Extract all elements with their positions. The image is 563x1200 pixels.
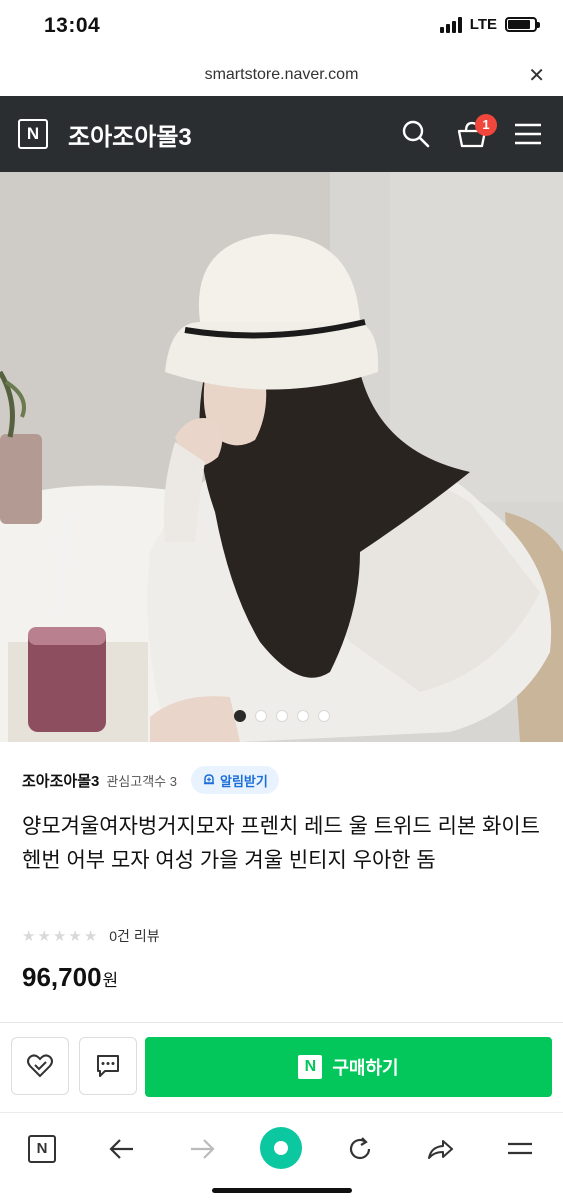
buy-button[interactable]: N 구매하기 [145,1037,552,1097]
store-name[interactable]: 조아조아몰3 [68,117,192,152]
carousel-dot[interactable] [275,710,288,722]
menu-icon[interactable] [510,116,546,152]
buy-label: 구매하기 [332,1058,399,1078]
green-dot-icon [260,1127,302,1169]
purchase-action-bar: N 구매하기 [0,1022,563,1112]
status-time: 13:04 [44,14,101,37]
forward-button[interactable] [180,1127,224,1171]
naver-home-icon: N [28,1135,56,1163]
battery-icon [505,17,540,32]
product-image[interactable] [0,172,563,742]
seller-name[interactable]: 조아조아몰3 [22,770,99,791]
heart-check-icon [27,1054,53,1078]
browser-url-bar: smartstore.naver.com ✕ [0,50,563,96]
green-dot-button[interactable] [258,1125,304,1171]
naver-logo-icon[interactable]: N [18,119,48,149]
cart-count-badge: 1 [475,114,497,136]
fans-count: 관심고객수 3 [106,773,177,789]
chat-button[interactable] [79,1037,137,1095]
star-icon: ★ [22,928,36,945]
browser-bottom-nav: N [0,1112,563,1200]
menu-button[interactable] [498,1127,542,1171]
alarm-subscribe-button[interactable]: 알림받기 [191,766,279,794]
share-icon [428,1140,453,1159]
share-button[interactable] [418,1127,462,1171]
url-text[interactable]: smartstore.naver.com [0,66,563,84]
store-header: N 조아조아몰3 [0,96,563,172]
refresh-button[interactable] [338,1127,382,1171]
carousel-dot[interactable] [317,710,330,722]
carousel-indicator [0,710,563,722]
naver-home-button[interactable]: N [20,1127,64,1171]
naver-pay-icon: N [298,1055,323,1079]
price-row: 96,700 원 [22,962,118,993]
star-icon: ★ [83,928,98,945]
back-arrow-icon [109,1139,133,1159]
chat-icon [97,1055,119,1077]
rating-row[interactable]: ★ ★ ★ ★ ★ 0건 리뷰 [22,926,160,946]
star-icon: ★ [52,928,67,945]
star-icon: ★ [68,928,82,945]
carousel-dot[interactable] [254,710,267,722]
price-value: 96,700 [22,962,102,992]
wishlist-button[interactable] [11,1037,69,1095]
forward-arrow-icon [191,1139,215,1159]
status-indicators: LTE [439,16,540,33]
status-bar: 13:04 LTE [0,0,563,50]
search-icon[interactable] [398,116,434,152]
back-button[interactable] [100,1127,144,1171]
carousel-dot[interactable] [296,710,309,722]
carousel-dot[interactable] [233,710,246,722]
bell-plus-icon [204,774,214,785]
alarm-label: 알림받기 [220,773,268,789]
star-icon: ★ [37,928,51,945]
network-label: LTE [469,16,497,33]
seller-row: 조아조아몰3 관심고객수 3 알림받기 [22,766,279,794]
menu-icon [508,1142,532,1155]
signal-icon [439,16,462,33]
star-rating: ★ ★ ★ ★ ★ [22,927,97,945]
review-count[interactable]: 0건 리뷰 [109,926,159,946]
price-currency: 원 [102,971,119,990]
close-icon[interactable]: ✕ [528,63,545,88]
home-indicator[interactable] [212,1188,352,1193]
refresh-icon [349,1137,371,1160]
product-title: 양모겨울여자벙거지모자 프렌치 레드 울 트위드 리본 화이트 헨번 어부 모자… [22,815,541,872]
